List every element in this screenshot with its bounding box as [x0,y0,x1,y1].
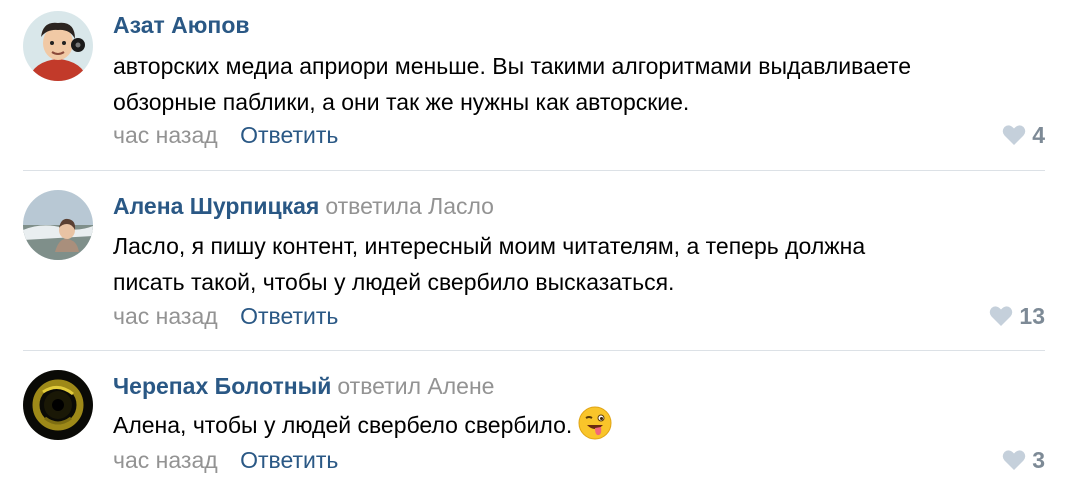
heart-icon [989,305,1013,327]
comment-text-content: Алена, чтобы у людей свербело свербило. [113,412,573,438]
reply-button[interactable]: Ответить [240,303,338,329]
comment-meta: час назад Ответить [113,446,338,474]
timestamp[interactable]: час назад [113,122,218,148]
author-line: Азат Аюпов [113,11,250,39]
avatar[interactable] [23,11,93,81]
like-button[interactable]: 4 [1002,121,1045,149]
comment-text: Ласло, я пишу контент, интересный моим ч… [113,228,1053,300]
comment-text: Алена, чтобы у людей свербело свербило. [113,406,1053,443]
timestamp[interactable]: час назад [113,303,218,329]
heart-icon [1002,124,1026,146]
divider [23,350,1045,351]
comment-text-line: Ласло, я пишу контент, интересный моим ч… [113,233,866,259]
author-name[interactable]: Алена Шурпицкая [113,193,319,219]
comment-text-line: обзорные паблики, а они так же нужны как… [113,89,690,115]
winking-tongue-emoji-icon [578,406,612,440]
author-name[interactable]: Азат Аюпов [113,12,250,38]
like-count: 4 [1032,122,1045,148]
reply-button[interactable]: Ответить [240,447,338,473]
timestamp[interactable]: час назад [113,447,218,473]
comment-text-line: писать такой, чтобы у людей свербило выс… [113,269,675,295]
avatar[interactable] [23,370,93,440]
like-button[interactable]: 3 [1002,446,1045,474]
like-count: 3 [1032,447,1045,473]
comment-meta: час назад Ответить [113,302,338,330]
reply-to-label[interactable]: ответила Ласло [325,193,494,219]
heart-icon [1002,449,1026,471]
author-line: Алена Шурпицкая ответила Ласло [113,192,494,220]
comment-text-line: Алена, чтобы у людей свербело свербило. [113,406,1053,443]
reply-button[interactable]: Ответить [240,122,338,148]
comment-text: авторских медиа априори меньше. Вы таким… [113,48,1053,120]
reply-to-label[interactable]: ответил Алене [337,373,494,399]
like-button[interactable]: 13 [989,302,1045,330]
divider [23,170,1045,171]
author-name[interactable]: Черепах Болотный [113,373,331,399]
like-count: 13 [1019,303,1045,329]
comment-text-line: авторских медиа априори меньше. Вы таким… [113,53,912,79]
avatar[interactable] [23,190,93,260]
comment-meta: час назад Ответить [113,121,338,149]
author-line: Черепах Болотный ответил Алене [113,372,494,400]
